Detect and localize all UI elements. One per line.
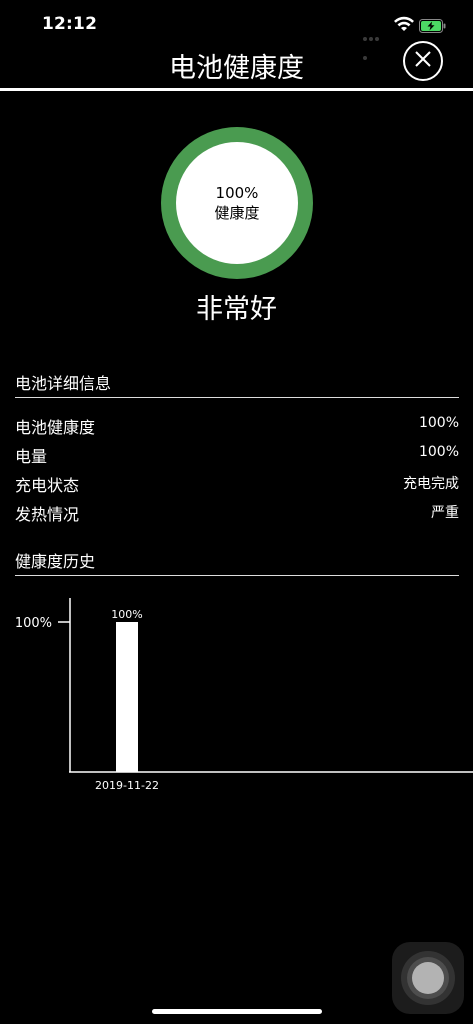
- details-divider: [15, 397, 459, 398]
- history-divider: [15, 575, 459, 576]
- detail-label-charging-state: 充电状态: [15, 476, 80, 495]
- chart-bar: [116, 622, 138, 772]
- header-divider: [0, 88, 473, 91]
- wifi-icon: [393, 16, 415, 32]
- health-history-chart: 100% 100% 2019-11-22: [15, 598, 473, 792]
- detail-value-heat: 严重: [431, 505, 459, 521]
- detail-label-health: 电池健康度: [15, 418, 96, 437]
- x-tick-label: 2019-11-22: [95, 779, 159, 792]
- detail-value-charging-state: 充电完成: [403, 476, 459, 492]
- detail-value-charge: 100%: [418, 444, 459, 460]
- health-label: 健康度: [214, 204, 260, 222]
- close-icon: [413, 49, 433, 73]
- cellular-signal-icon: [363, 26, 385, 60]
- status-time: 12:12: [42, 14, 98, 34]
- assistive-touch-button[interactable]: [392, 942, 464, 1014]
- detail-value-health: 100%: [418, 415, 459, 431]
- bar-data-label: 100%: [111, 608, 142, 621]
- page-title: 电池健康度: [169, 53, 304, 84]
- detail-label-heat: 发热情况: [15, 505, 80, 524]
- detail-label-charge: 电量: [15, 447, 48, 466]
- y-tick-label: 100%: [15, 616, 52, 631]
- details-section-title: 电池详细信息: [15, 374, 112, 393]
- close-button[interactable]: [403, 41, 443, 81]
- assistive-touch-icon: [412, 962, 444, 994]
- battery-charging-icon: [419, 18, 447, 33]
- history-section-title: 健康度历史: [15, 552, 96, 571]
- health-rating: 非常好: [196, 294, 277, 325]
- health-ring: 100% 健康度: [161, 127, 313, 279]
- health-percent: 100%: [215, 184, 259, 202]
- health-ring-center: 100% 健康度: [176, 142, 298, 264]
- home-indicator[interactable]: [152, 1009, 322, 1014]
